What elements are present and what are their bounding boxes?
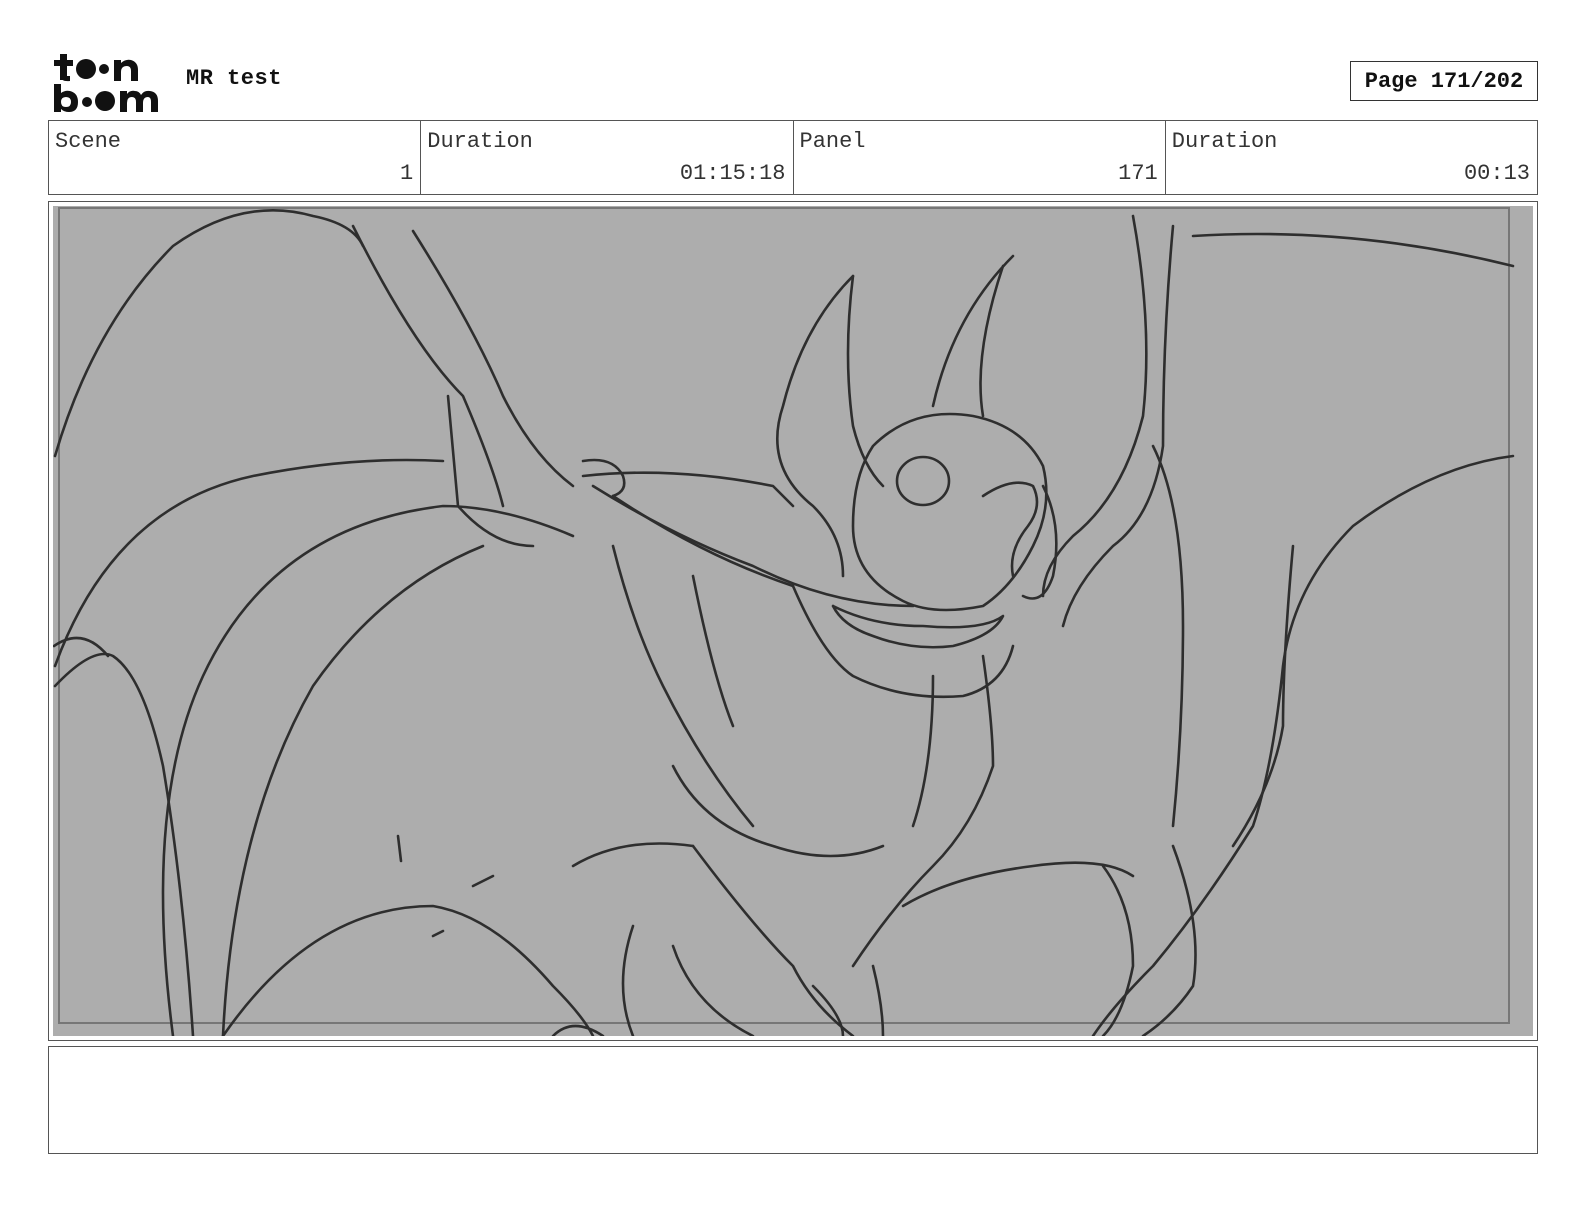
panel-value: 171 — [1118, 161, 1158, 186]
scene-label: Scene — [55, 129, 122, 154]
storyboard-panel — [48, 201, 1538, 1041]
panel-duration-label: Duration — [1171, 129, 1278, 154]
scene-duration-label: Duration — [427, 129, 533, 154]
scene-duration-value: 01:15:18 — [679, 161, 786, 186]
page-number: Page 171/202 — [1350, 61, 1538, 101]
panel-label: Panel — [799, 129, 866, 154]
scene-value: 1 — [400, 161, 414, 186]
panel-cell: Panel 171 — [794, 121, 1166, 194]
creature-sketch-drawing — [53, 207, 1515, 1036]
panel-info-table: Scene 1 Duration 01:15:18 Panel 171 Dura… — [48, 120, 1538, 195]
sketch-image — [53, 206, 1533, 1036]
panel-notes-box — [48, 1046, 1538, 1154]
document-title: MR test — [186, 66, 282, 91]
scene-duration-cell: Duration 01:15:18 — [421, 121, 794, 194]
scene-cell: Scene 1 — [49, 121, 422, 194]
panel-duration-cell: Duration 00:13 — [1166, 121, 1537, 194]
panel-duration-value: 00:13 — [1463, 161, 1530, 186]
toon-boom-logo — [50, 50, 166, 114]
